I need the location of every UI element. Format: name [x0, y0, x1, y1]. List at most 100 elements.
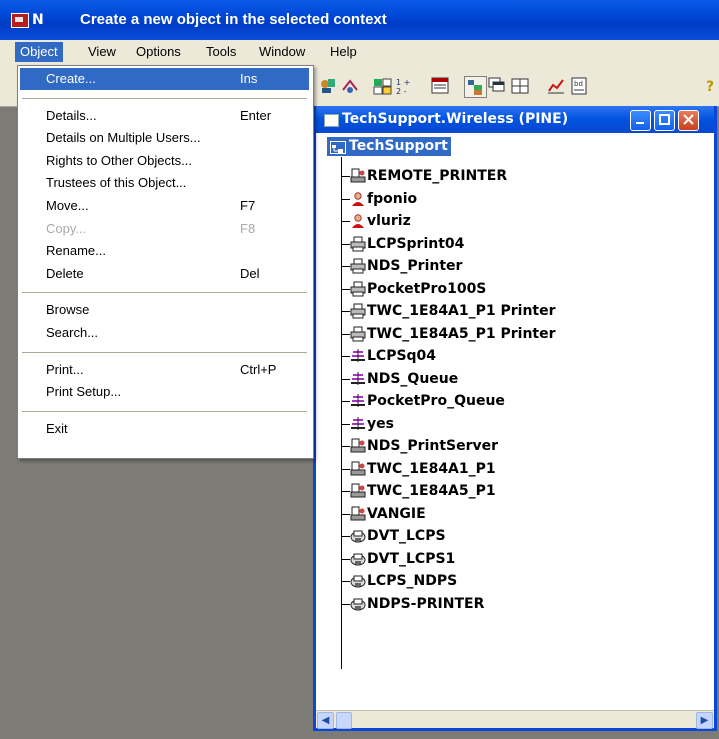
print-queue-icon: [350, 371, 366, 387]
report-icon[interactable]: bd: [569, 76, 590, 96]
tree-connector: [341, 176, 350, 177]
print-server-icon: [350, 461, 366, 477]
menu-item-delete[interactable]: Delete Del: [20, 263, 309, 285]
tree-item-label: TWC_1E84A5_P1 Printer: [367, 325, 556, 342]
app-title-short: N: [32, 12, 44, 28]
menu-item-rights-to-other-objects[interactable]: Rights to Other Objects...: [20, 150, 309, 172]
tree-item-label: PocketPro100S: [367, 280, 487, 297]
print-server-icon: [350, 168, 366, 184]
rights-icon[interactable]: [372, 76, 393, 96]
menu-separator: [22, 97, 307, 99]
tree-connector: [341, 356, 350, 357]
scroll-left-button[interactable]: ◀: [317, 712, 334, 729]
horizontal-scrollbar[interactable]: ◀ ▶: [316, 710, 714, 729]
app-title-bar[interactable]: N Create a new object in the selected co…: [0, 0, 719, 40]
app-icon[interactable]: [11, 13, 29, 28]
scroll-thumb[interactable]: [336, 712, 352, 729]
link-object-icon[interactable]: [340, 76, 361, 96]
svg-text:?: ?: [706, 79, 714, 95]
menu-object[interactable]: Object: [15, 42, 63, 62]
organizational-unit-icon: [330, 141, 346, 154]
menu-window[interactable]: Window: [259, 44, 305, 59]
tree-connector: [341, 581, 350, 582]
browser-title-bar[interactable]: TechSupport.Wireless (PINE): [316, 106, 714, 133]
ndps-manager-icon: [350, 528, 366, 544]
menu-item-details-on-multiple-users[interactable]: Details on Multiple Users...: [20, 127, 309, 149]
menu-item-create[interactable]: Create... Ins: [20, 68, 309, 90]
menu-help[interactable]: Help: [330, 44, 357, 59]
menu-item-label: Create...: [46, 71, 96, 86]
tree-connector: [341, 198, 350, 200]
sort-icon[interactable]: 1 +2 -: [394, 76, 415, 96]
print-server-icon: [350, 506, 366, 522]
menu-item-move[interactable]: Move... F7: [20, 195, 309, 217]
browser-window-icon[interactable]: [324, 114, 339, 127]
menu-options[interactable]: Options: [136, 44, 181, 59]
tree-connector: [341, 221, 350, 222]
menu-view[interactable]: View: [88, 44, 116, 59]
tree-connector: [341, 288, 350, 290]
tree-connector: [341, 491, 350, 492]
tree-connector: [341, 333, 350, 335]
menu-item-details[interactable]: Details... Enter: [20, 105, 309, 127]
menu-tools[interactable]: Tools: [206, 44, 236, 59]
tree-item-label: NDS_Queue: [367, 370, 459, 387]
tree-item-label: REMOTE_PRINTER: [367, 168, 508, 184]
menu-item-label: Trustees of this Object...: [46, 175, 187, 191]
svg-text:1 +: 1 +: [396, 78, 410, 87]
tree-item-label: PocketPro_Queue: [367, 393, 505, 409]
tree-connector: [341, 558, 350, 560]
ndps-manager-icon: [350, 573, 366, 589]
menu-item-trustees-of-this-object[interactable]: Trustees of this Object...: [20, 172, 309, 194]
tree-item-label: LCPS_NDPS: [367, 573, 458, 589]
tree-item-label: yes: [367, 415, 394, 432]
menu-item-label: Print...: [46, 361, 84, 377]
tree-item-label: DVT_LCPS1: [367, 550, 456, 567]
menu-item-exit[interactable]: Exit: [20, 418, 309, 440]
tree-connector: [341, 513, 350, 515]
printer-icon: [350, 281, 366, 297]
tree-item-label: LCPSq04: [367, 348, 437, 364]
tree-item-label: NDS_Printer: [367, 258, 463, 274]
menu-separator: [22, 410, 307, 412]
tree-item-label: TWC_1E84A1_P1: [367, 460, 496, 477]
tree-item-label: fponio: [367, 190, 418, 207]
help-icon[interactable]: ?: [704, 76, 719, 96]
tree-connector: [341, 423, 350, 425]
menu-item-browse[interactable]: Browse: [20, 299, 309, 321]
maximize-button[interactable]: [654, 110, 675, 131]
menu-separator: [22, 351, 307, 353]
svg-text:bd: bd: [574, 80, 583, 88]
chart-icon[interactable]: [546, 76, 567, 96]
create-object-icon[interactable]: [318, 76, 339, 96]
tree-connector: [341, 157, 342, 669]
print-queue-icon: [350, 348, 366, 364]
menu-bar: Object View Options Tools Window Help: [0, 40, 719, 64]
tree-root-techsupport[interactable]: TechSupport: [327, 137, 451, 156]
menu-item-print-setup[interactable]: Print Setup...: [20, 381, 309, 403]
cascade-icon[interactable]: [487, 76, 508, 96]
minimize-button[interactable]: [630, 110, 651, 131]
tile-icon[interactable]: [510, 76, 531, 96]
menu-item-print[interactable]: Print... Ctrl+P: [20, 359, 309, 381]
details-icon[interactable]: [430, 76, 451, 96]
ndps-manager-icon: [350, 551, 366, 567]
scroll-right-button[interactable]: ▶: [696, 712, 713, 729]
tree-connector: [341, 536, 350, 537]
menu-item-label: Details on Multiple Users...: [46, 130, 201, 146]
tree-connector: [341, 446, 350, 447]
menu-item-label: Browse: [46, 302, 90, 318]
menu-item-search[interactable]: Search...: [20, 322, 309, 344]
close-button[interactable]: [678, 110, 699, 131]
printer-icon: [350, 236, 366, 252]
menu-item-label: Rights to Other Objects...: [46, 152, 192, 168]
print-server-icon: [350, 483, 366, 499]
menu-item-label: Copy...: [46, 220, 87, 236]
user-icon: [350, 213, 366, 229]
menu-item-copy: Copy... F8: [20, 218, 309, 240]
tree-item-label: VANGIE: [367, 505, 426, 522]
hierarchy-view-icon[interactable]: [464, 76, 487, 98]
tree-connector: [341, 266, 350, 267]
menu-item-rename[interactable]: Rename...: [20, 240, 309, 262]
browser-title: TechSupport.Wireless (PINE): [342, 111, 569, 127]
